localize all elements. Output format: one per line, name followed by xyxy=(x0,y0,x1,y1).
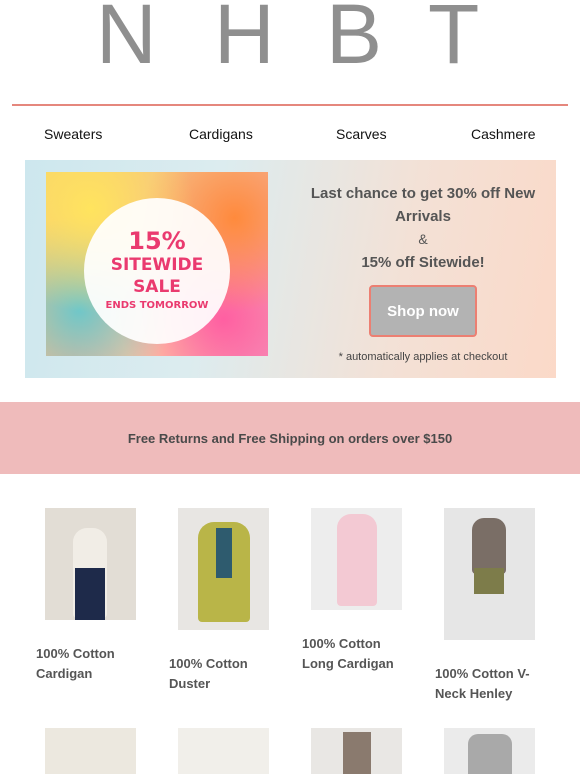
product-photo[interactable] xyxy=(311,728,402,774)
product-name[interactable]: 100% Cotton Cardigan xyxy=(36,644,146,684)
model-figure xyxy=(472,518,506,574)
product-card[interactable]: 100% Cotton Cardigan xyxy=(30,508,164,698)
product-name[interactable]: 100% Cotton Long Cardigan xyxy=(302,634,412,674)
hero-banner: 15% SITEWIDE SALE ENDS TOMORROW Last cha… xyxy=(25,160,556,378)
hero-copy: Last chance to get 30% off New Arrivals … xyxy=(300,182,546,274)
product-card[interactable]: 100% Cotton Long Cardigan xyxy=(296,508,430,698)
shop-now-button[interactable]: Shop now xyxy=(369,285,477,337)
sale-badge: 15% SITEWIDE SALE ENDS TOMORROW xyxy=(84,198,230,344)
sale-artwork[interactable]: 15% SITEWIDE SALE ENDS TOMORROW xyxy=(46,172,268,356)
sale-ends: ENDS TOMORROW xyxy=(105,300,209,311)
nav-item-scarves[interactable]: Scarves xyxy=(336,126,387,142)
product-photo[interactable] xyxy=(45,728,136,774)
product-card[interactable]: 100% Cotton Duster xyxy=(163,508,297,698)
product-photo[interactable] xyxy=(178,508,269,630)
product-name[interactable]: 100% Cotton Duster xyxy=(169,654,269,694)
hero-line-2: 15% off Sitewide! xyxy=(361,254,485,271)
logo-letter-h: H xyxy=(214,0,275,81)
model-shorts xyxy=(474,568,504,594)
checkout-note: * automatically applies at checkout xyxy=(338,351,508,363)
product-photo[interactable] xyxy=(311,508,402,610)
logo-letter-n: N xyxy=(96,0,157,81)
nav-item-sweaters[interactable]: Sweaters xyxy=(44,126,102,142)
hero-ampersand: & xyxy=(418,231,428,247)
product-photo[interactable] xyxy=(178,728,269,774)
model-pants xyxy=(75,568,105,620)
model-figure xyxy=(337,514,377,606)
logo-letter-b: B xyxy=(326,0,383,81)
model-top xyxy=(216,528,232,578)
product-photo[interactable] xyxy=(444,508,535,640)
shipping-banner-text: Free Returns and Free Shipping on orders… xyxy=(127,430,453,446)
header-divider xyxy=(12,104,568,106)
shipping-banner: Free Returns and Free Shipping on orders… xyxy=(0,402,580,474)
model-figure xyxy=(468,734,512,774)
product-photo[interactable] xyxy=(45,508,136,620)
category-nav: Sweaters Cardigans Scarves Cashmere xyxy=(0,126,580,146)
product-photo[interactable] xyxy=(444,728,535,774)
logo-letter-t: T xyxy=(428,0,480,81)
model-figure xyxy=(343,732,371,774)
sale-percent: 15% xyxy=(128,227,186,255)
brand-logo[interactable]: N H B T xyxy=(0,0,580,80)
hero-line-1: Last chance to get 30% off New Arrivals xyxy=(310,185,536,225)
product-name[interactable]: 100% Cotton V-Neck Henley xyxy=(435,664,545,704)
sale-title: SITEWIDE SALE xyxy=(110,255,204,297)
product-card[interactable]: 100% Cotton V-Neck Henley xyxy=(429,508,563,701)
nav-item-cardigans[interactable]: Cardigans xyxy=(189,126,253,142)
nav-item-cashmere[interactable]: Cashmere xyxy=(471,126,536,142)
